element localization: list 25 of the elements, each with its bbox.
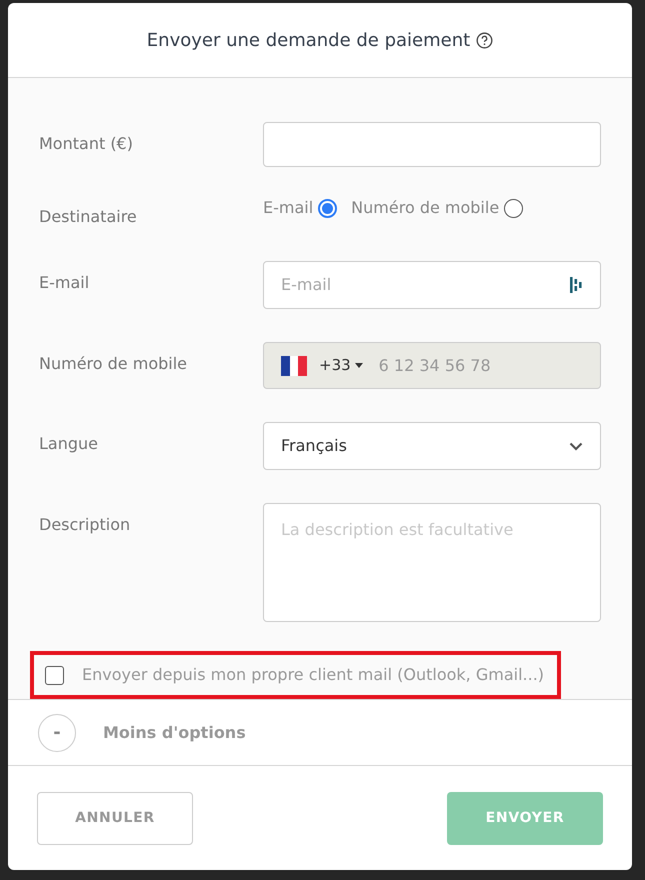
collapse-button[interactable]: - (38, 714, 76, 752)
password-manager-icon[interactable] (569, 276, 583, 294)
checkbox-label[interactable]: Envoyer depuis mon propre client mail (Outlook, Gmail...) (82, 663, 544, 687)
radio-option[interactable]: Numéro de mobile (351, 196, 524, 220)
options-toggle-label[interactable]: Moins d'options (103, 720, 246, 744)
email-field[interactable]: E-mail (263, 261, 601, 309)
flag-icon (281, 356, 307, 376)
radio-icon[interactable] (504, 198, 524, 218)
chevron-down-icon (569, 442, 583, 450)
dialog-title: Envoyer une demande de paiement (146, 28, 470, 52)
field-label: Numéro de mobile (39, 353, 188, 375)
field-label: Montant (€) (39, 133, 134, 155)
caret-icon (354, 363, 363, 368)
field-label: Destinataire (39, 206, 138, 228)
language-select[interactable]: Français (263, 422, 601, 470)
radio-icon[interactable] (318, 198, 338, 218)
field-label: Langue (39, 433, 99, 455)
field-label: E-mail (39, 272, 90, 294)
email-input[interactable]: E-mail (281, 273, 569, 297)
checkbox[interactable] (45, 666, 64, 684)
help-icon[interactable] (476, 32, 494, 48)
amount-input[interactable] (263, 122, 601, 167)
radio-option[interactable]: E-mail (263, 196, 338, 220)
cancel-button[interactable]: ANNULER (37, 792, 193, 844)
field-label: Description (39, 514, 132, 536)
